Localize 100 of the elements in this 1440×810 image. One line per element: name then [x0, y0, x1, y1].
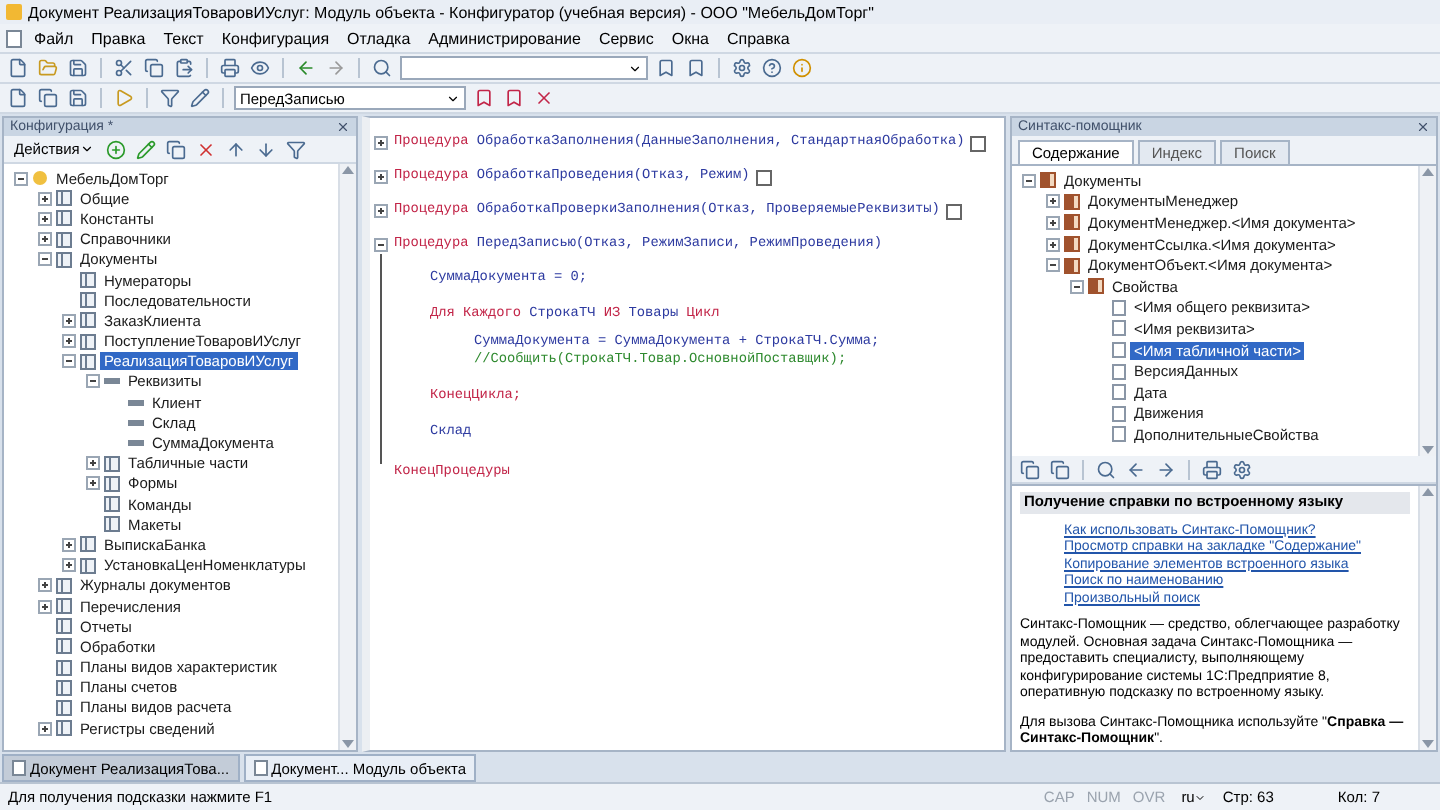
help-icon[interactable] — [760, 56, 784, 80]
forward-arrow-icon[interactable] — [1154, 457, 1178, 481]
expand-toggle-icon[interactable] — [38, 721, 52, 736]
menu-item[interactable]: Текст — [157, 29, 210, 47]
collapse-toggle-icon[interactable] — [1046, 258, 1060, 273]
expand-toggle-icon[interactable] — [86, 476, 100, 491]
down-arrow-icon[interactable] — [1422, 738, 1434, 750]
expand-toggle-icon[interactable] — [1046, 194, 1060, 209]
book-icon — [1064, 193, 1080, 210]
table-icon — [80, 312, 96, 329]
copy-icon[interactable] — [142, 56, 166, 80]
pencil-icon[interactable] — [133, 137, 158, 161]
scrollbar[interactable] — [338, 164, 356, 750]
window-title: Документ РеализацияТоваровИУслуг: Модуль объекта - Конфигуратор (учебная версия) - ООО "МебельДомТорг" — [28, 3, 874, 21]
table-icon — [104, 516, 120, 533]
expand-toggle-icon[interactable] — [62, 334, 76, 349]
close-icon[interactable] — [532, 86, 556, 110]
scrollbar[interactable] — [1418, 166, 1436, 456]
search-icon[interactable] — [1094, 457, 1118, 481]
expand-toggle-icon[interactable] — [1046, 237, 1060, 252]
folded-block-marker[interactable] — [970, 135, 987, 151]
up-arrow-icon[interactable] — [342, 164, 354, 176]
expand-toggle-icon[interactable] — [38, 232, 52, 247]
expand-toggle-icon[interactable] — [1046, 215, 1060, 230]
expand-toggle-icon[interactable] — [62, 558, 76, 573]
down-arrow-icon[interactable] — [342, 738, 354, 750]
menu-item[interactable]: Справка — [720, 29, 796, 47]
menu-item[interactable]: Отладка — [341, 29, 417, 47]
copy-icon[interactable] — [163, 137, 188, 161]
collapse-toggle-icon[interactable] — [374, 238, 388, 252]
up-arrow-icon[interactable] — [1422, 166, 1434, 178]
circle-icon — [32, 170, 48, 187]
scrollbar[interactable] — [1418, 486, 1436, 750]
collapse-toggle-icon[interactable] — [62, 354, 76, 369]
bookmark-icon[interactable] — [472, 86, 496, 110]
up-arrow-icon[interactable] — [1422, 486, 1434, 498]
save-icon[interactable] — [66, 56, 90, 80]
book-icon — [1064, 214, 1080, 231]
preview-icon[interactable] — [248, 56, 272, 80]
save-icon[interactable] — [66, 86, 90, 110]
settings-icon[interactable] — [730, 56, 754, 80]
collapse-toggle-icon[interactable] — [14, 171, 28, 186]
collapse-toggle-icon[interactable] — [86, 374, 100, 389]
menu-item[interactable]: Файл — [28, 29, 80, 47]
scissors-icon[interactable] — [112, 56, 136, 80]
caret-icon[interactable] — [628, 61, 642, 75]
bookmark-icon[interactable] — [654, 56, 678, 80]
caret-icon[interactable] — [446, 91, 460, 105]
new-file-icon[interactable] — [6, 56, 30, 80]
table-icon — [56, 699, 72, 716]
collapse-toggle-icon[interactable] — [1022, 173, 1036, 188]
table-icon — [104, 455, 120, 472]
expand-toggle-icon[interactable] — [374, 170, 388, 184]
down-arrow-icon[interactable] — [1422, 444, 1434, 456]
expand-toggle-icon[interactable] — [38, 191, 52, 206]
menu-item[interactable]: Администрирование — [422, 29, 587, 47]
close-icon[interactable] — [1416, 120, 1430, 134]
book-icon — [1064, 236, 1080, 253]
document-icon[interactable] — [6, 29, 22, 47]
bookmark-icon[interactable] — [502, 86, 526, 110]
expand-toggle-icon[interactable] — [374, 136, 388, 150]
search-icon[interactable] — [370, 56, 394, 80]
expand-toggle-icon[interactable] — [86, 456, 100, 471]
paste-icon[interactable] — [172, 56, 196, 80]
folded-block-marker[interactable] — [945, 203, 962, 219]
table-icon — [80, 272, 96, 289]
collapse-toggle-icon[interactable] — [1070, 279, 1084, 294]
menu-item[interactable]: Правка — [85, 29, 152, 47]
table-icon — [56, 720, 72, 737]
back-arrow-icon[interactable] — [1124, 457, 1148, 481]
table-icon — [56, 251, 72, 268]
copy-icon[interactable] — [1018, 457, 1042, 481]
menu-item[interactable]: Конфигурация — [215, 29, 336, 47]
expand-toggle-icon[interactable] — [38, 578, 52, 593]
expand-toggle-icon[interactable] — [374, 204, 388, 218]
page-icon[interactable] — [6, 86, 30, 110]
filter-icon[interactable] — [158, 86, 182, 110]
add-icon[interactable] — [103, 137, 128, 161]
close-icon[interactable] — [336, 120, 350, 134]
expand-toggle-icon[interactable] — [38, 211, 52, 226]
printer-icon[interactable] — [218, 56, 242, 80]
copy-icon[interactable] — [1048, 457, 1072, 481]
bookmark-icon[interactable] — [684, 56, 708, 80]
table-icon — [104, 475, 120, 492]
folded-block-marker[interactable] — [755, 169, 772, 185]
back-arrow-icon[interactable] — [294, 56, 318, 80]
menu-item[interactable]: Сервис — [592, 29, 660, 47]
collapse-toggle-icon[interactable] — [38, 252, 52, 267]
settings-icon[interactable] — [1230, 457, 1254, 481]
printer-icon[interactable] — [1200, 457, 1224, 481]
expand-toggle-icon[interactable] — [62, 313, 76, 328]
table-icon — [80, 557, 96, 574]
menu-item[interactable]: Окна — [665, 29, 715, 47]
pencil-icon[interactable] — [188, 86, 212, 110]
filter-icon[interactable] — [283, 137, 308, 161]
expand-toggle-icon[interactable] — [38, 599, 52, 614]
caret-icon[interactable] — [79, 142, 94, 156]
table-icon — [80, 333, 96, 350]
expand-toggle-icon[interactable] — [62, 537, 76, 552]
copy-icon[interactable] — [36, 86, 60, 110]
